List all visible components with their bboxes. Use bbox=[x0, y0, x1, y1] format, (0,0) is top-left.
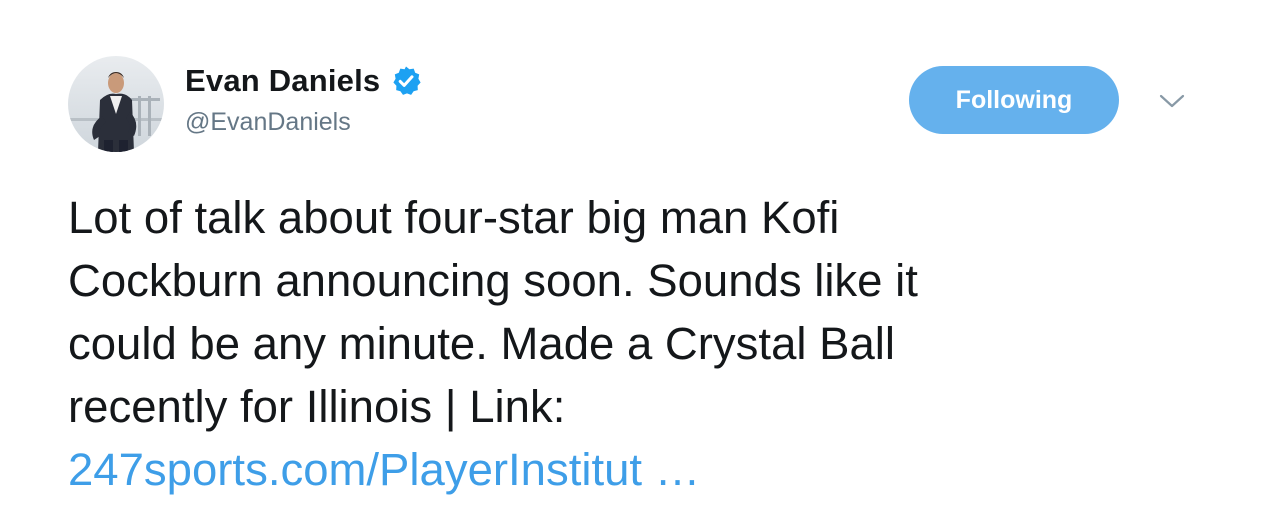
author-display-name[interactable]: Evan Daniels bbox=[185, 63, 380, 99]
tweet-line: Lot of talk about four-star big man Kofi bbox=[68, 192, 840, 243]
following-button[interactable]: Following bbox=[909, 66, 1119, 134]
avatar-photo-icon bbox=[68, 56, 164, 152]
verified-badge-icon bbox=[390, 65, 422, 97]
tweet-card: Evan Daniels @EvanDaniels Following Lot … bbox=[0, 0, 1264, 518]
tweet-link-line: 247sports.com/PlayerInstitut … bbox=[68, 438, 1218, 501]
tweet-text: Lot of talk about four-star big man Kofi… bbox=[68, 186, 1218, 501]
tweet-link[interactable]: 247sports.com/PlayerInstitut … bbox=[68, 444, 700, 495]
tweet-line: recently for Illinois | Link: bbox=[68, 381, 566, 432]
chevron-down-icon[interactable] bbox=[1158, 90, 1186, 112]
author-handle[interactable]: @EvanDaniels bbox=[185, 108, 422, 137]
name-row: Evan Daniels bbox=[185, 60, 422, 102]
author-avatar[interactable] bbox=[68, 56, 164, 152]
tweet-line: could be any minute. Made a Crystal Ball bbox=[68, 318, 895, 369]
tweet-line: Cockburn announcing soon. Sounds like it bbox=[68, 255, 918, 306]
author-block: Evan Daniels @EvanDaniels bbox=[185, 60, 422, 137]
